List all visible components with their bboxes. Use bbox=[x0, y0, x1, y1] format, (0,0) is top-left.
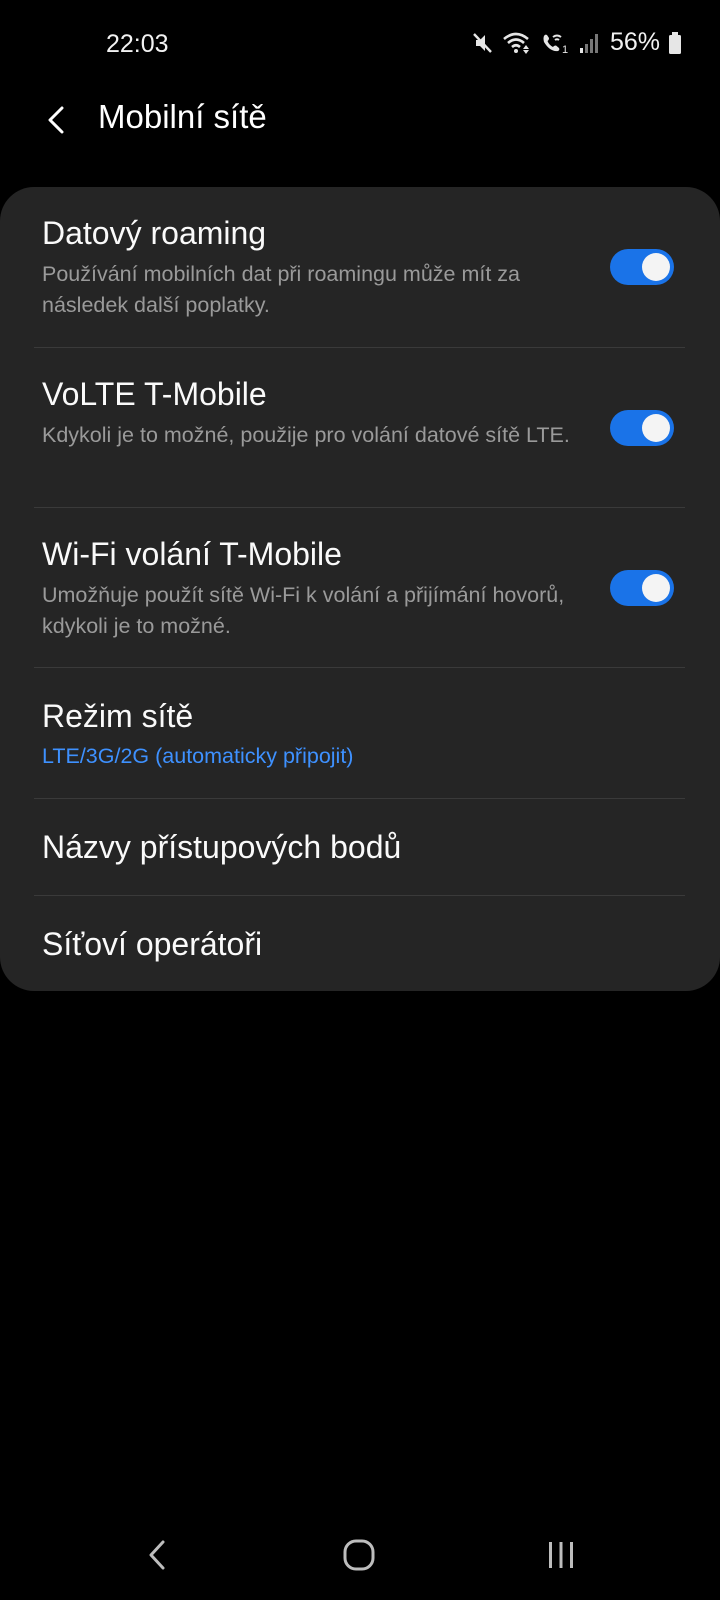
navigation-bar bbox=[0, 1510, 720, 1600]
wifi-calling-toggle[interactable] bbox=[610, 570, 674, 606]
setting-title: Síťoví operátoři bbox=[42, 926, 263, 962]
app-header: Mobilní sítě bbox=[0, 88, 720, 148]
toggle-knob bbox=[642, 574, 670, 602]
setting-wifi-calling[interactable]: Wi-Fi volání T-Mobile Umožňuje použít sí… bbox=[0, 508, 720, 667]
page-title: Mobilní sítě bbox=[98, 98, 267, 135]
volte-toggle[interactable] bbox=[610, 410, 674, 446]
battery-percent: 56% bbox=[609, 28, 660, 56]
data-roaming-toggle[interactable] bbox=[610, 249, 674, 285]
nav-back-button[interactable] bbox=[132, 1530, 182, 1580]
nav-home-button[interactable] bbox=[334, 1530, 384, 1580]
setting-volte[interactable]: VoLTE T-Mobile Kdykoli je to možné, použ… bbox=[0, 348, 720, 507]
nav-back-icon bbox=[149, 1540, 165, 1570]
status-time: 22:03 bbox=[106, 30, 169, 58]
recents-icon bbox=[549, 1542, 573, 1568]
home-icon bbox=[343, 1539, 375, 1571]
settings-card: Datový roaming Používání mobilních dat p… bbox=[0, 187, 720, 991]
nav-recents-button[interactable] bbox=[536, 1530, 586, 1580]
setting-network-operators[interactable]: Síťoví operátoři bbox=[0, 896, 720, 991]
wifi-calling-icon: 1 bbox=[540, 31, 570, 55]
network-mode-value: LTE/3G/2G (automaticky připojit) bbox=[42, 744, 354, 768]
setting-access-point-names[interactable]: Názvy přístupových bodů bbox=[0, 799, 720, 895]
setting-title: Datový roaming bbox=[42, 215, 267, 251]
svg-text:1: 1 bbox=[562, 44, 568, 55]
setting-description: Používání mobilních dat při roamingu můž… bbox=[42, 262, 520, 317]
toggle-knob bbox=[642, 253, 670, 281]
setting-network-mode[interactable]: Režim sítě LTE/3G/2G (automaticky připoj… bbox=[0, 668, 720, 798]
setting-description: Umožňuje použít sítě Wi-Fi k volání a př… bbox=[42, 583, 565, 638]
toggle-knob bbox=[642, 414, 670, 442]
battery-icon bbox=[668, 31, 682, 55]
status-icons: 1 56% bbox=[472, 28, 682, 57]
wifi-icon bbox=[502, 31, 532, 55]
setting-data-roaming[interactable]: Datový roaming Používání mobilních dat p… bbox=[0, 187, 720, 347]
signal-icon bbox=[578, 31, 600, 55]
setting-title: Názvy přístupových bodů bbox=[42, 829, 402, 865]
setting-title: Wi-Fi volání T-Mobile bbox=[42, 536, 342, 572]
setting-title: Režim sítě bbox=[42, 698, 194, 734]
setting-title: VoLTE T-Mobile bbox=[42, 376, 267, 412]
back-button[interactable] bbox=[36, 100, 76, 140]
mute-icon bbox=[472, 31, 494, 55]
setting-description: Kdykoli je to možné, použije pro volání … bbox=[42, 423, 570, 447]
status-bar: 22:03 1 56% bbox=[0, 0, 720, 90]
chevron-left-icon bbox=[48, 106, 64, 134]
